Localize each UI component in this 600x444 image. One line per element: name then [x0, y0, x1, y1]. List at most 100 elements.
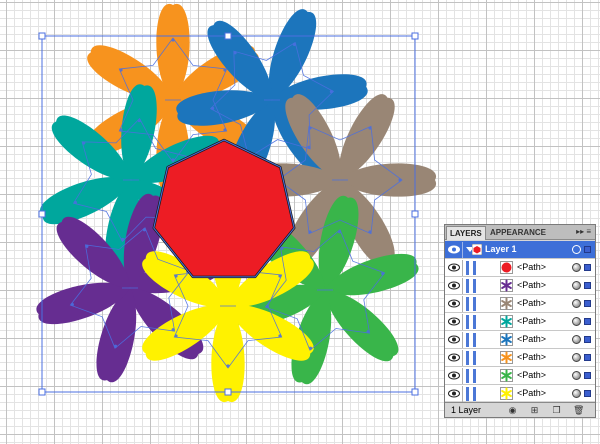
path-thumbnail [500, 261, 513, 274]
target-circle-icon[interactable] [572, 389, 581, 398]
path-thumbnail [500, 333, 513, 346]
path-name[interactable]: <Path> [517, 352, 546, 363]
selection-indicator[interactable] [584, 300, 591, 307]
layer-color-bar [473, 369, 476, 383]
new-layer-icon[interactable]: ❐ [551, 405, 562, 416]
layer-list: Layer 1 <Path> <Path> <Path> <Path> <Path> <P… [445, 241, 595, 403]
path-name[interactable]: <Path> [517, 334, 546, 345]
layer-color-bar [473, 261, 476, 275]
resize-handle[interactable] [411, 210, 419, 218]
path-thumbnail [500, 369, 513, 382]
layer-color-bar [473, 387, 476, 401]
panel-footer: 1 Layer ◉ ⊞ ❐ 🗑 [445, 402, 595, 417]
resize-handle[interactable] [38, 210, 46, 218]
lock-toggle[interactable] [462, 386, 463, 402]
layer-color-bar [473, 333, 476, 347]
eye-icon[interactable] [448, 353, 460, 362]
lock-toggle[interactable] [462, 260, 463, 276]
layer-row-path[interactable]: <Path> [445, 331, 595, 349]
path-name[interactable]: <Path> [517, 316, 546, 327]
resize-handle[interactable] [411, 32, 419, 40]
layer-row-path[interactable]: <Path> [445, 277, 595, 295]
layer-row-layer1[interactable]: Layer 1 [445, 241, 595, 259]
layer-color-bar [466, 261, 469, 275]
selection-indicator[interactable] [584, 246, 591, 253]
target-circle-icon[interactable] [572, 299, 581, 308]
tab-layers[interactable]: LAYERS [446, 226, 486, 240]
target-circle-icon[interactable] [572, 281, 581, 290]
layer-name[interactable]: Layer 1 [485, 244, 517, 255]
path-thumbnail [500, 279, 513, 292]
lock-toggle[interactable] [462, 368, 463, 384]
delete-layer-icon[interactable]: 🗑 [573, 405, 584, 416]
path-name[interactable]: <Path> [517, 298, 546, 309]
eye-icon[interactable] [448, 263, 460, 272]
layer-color-bar [466, 333, 469, 347]
selection-indicator[interactable] [584, 282, 591, 289]
path-name[interactable]: <Path> [517, 370, 546, 381]
selection-indicator[interactable] [584, 264, 591, 271]
lock-toggle[interactable] [462, 314, 463, 330]
path-name[interactable]: <Path> [517, 280, 546, 291]
resize-handle[interactable] [411, 388, 419, 396]
path-thumbnail [500, 351, 513, 364]
layer-color-bar [466, 369, 469, 383]
eye-icon[interactable] [448, 245, 460, 254]
path-name[interactable]: <Path> [517, 388, 546, 399]
path-name[interactable]: <Path> [517, 262, 546, 273]
target-circle-icon[interactable] [572, 353, 581, 362]
resize-handle[interactable] [224, 388, 232, 396]
lock-toggle[interactable] [462, 332, 463, 348]
path-thumbnail [500, 387, 513, 400]
resize-handle[interactable] [38, 388, 46, 396]
target-circle-icon[interactable] [572, 317, 581, 326]
layer-count: 1 Layer [451, 405, 482, 415]
layer-color-bar [473, 297, 476, 311]
eye-icon[interactable] [448, 281, 460, 290]
layer-row-path[interactable]: <Path> [445, 385, 595, 403]
selection-indicator[interactable] [584, 390, 591, 397]
layer-color-bar [466, 387, 469, 401]
eye-icon[interactable] [448, 389, 460, 398]
resize-handle[interactable] [224, 32, 232, 40]
lock-toggle[interactable] [462, 278, 463, 294]
layer-color-bar [473, 279, 476, 293]
layer-color-bar [466, 315, 469, 329]
lock-toggle[interactable] [462, 242, 463, 258]
eye-icon[interactable] [448, 299, 460, 308]
selection-indicator[interactable] [584, 354, 591, 361]
selection-indicator[interactable] [584, 336, 591, 343]
eye-icon[interactable] [448, 335, 460, 344]
panel-tab-bar: LAYERS APPEARANCE ▸▸ ≡ [445, 225, 595, 240]
panel-menu-icon[interactable]: ▸▸ ≡ [576, 227, 591, 237]
layer-row-path[interactable]: <Path> [445, 367, 595, 385]
target-circle-icon[interactable] [572, 263, 581, 272]
layer-row-path[interactable]: <Path> [445, 349, 595, 367]
make-clipping-mask-icon[interactable]: ◉ [507, 405, 518, 416]
selection-indicator[interactable] [584, 372, 591, 379]
tab-appearance[interactable]: APPEARANCE [487, 226, 547, 240]
eye-icon[interactable] [448, 317, 460, 326]
layer-row-path[interactable]: <Path> [445, 295, 595, 313]
layer-color-bar [466, 279, 469, 293]
petal[interactable] [325, 289, 399, 362]
path-thumbnail [500, 315, 513, 328]
selection-indicator[interactable] [584, 318, 591, 325]
target-circle-icon[interactable] [572, 371, 581, 380]
target-circle-icon[interactable] [572, 245, 581, 254]
layer-thumbnail [472, 244, 482, 255]
target-circle-icon[interactable] [572, 335, 581, 344]
layer-color-bar [466, 351, 469, 365]
create-sublayer-icon[interactable]: ⊞ [529, 405, 540, 416]
eye-icon[interactable] [448, 371, 460, 380]
layer-color-bar [473, 351, 476, 365]
lock-toggle[interactable] [462, 350, 463, 366]
layer-color-bar [466, 297, 469, 311]
layer-row-path[interactable]: <Path> [445, 313, 595, 331]
layer-color-bar [473, 315, 476, 329]
resize-handle[interactable] [38, 32, 46, 40]
lock-toggle[interactable] [462, 296, 463, 312]
path-thumbnail [500, 297, 513, 310]
layers-panel: LAYERS APPEARANCE ▸▸ ≡ Layer 1 <Path> <Pa… [444, 224, 596, 418]
layer-row-path[interactable]: <Path> [445, 259, 595, 277]
